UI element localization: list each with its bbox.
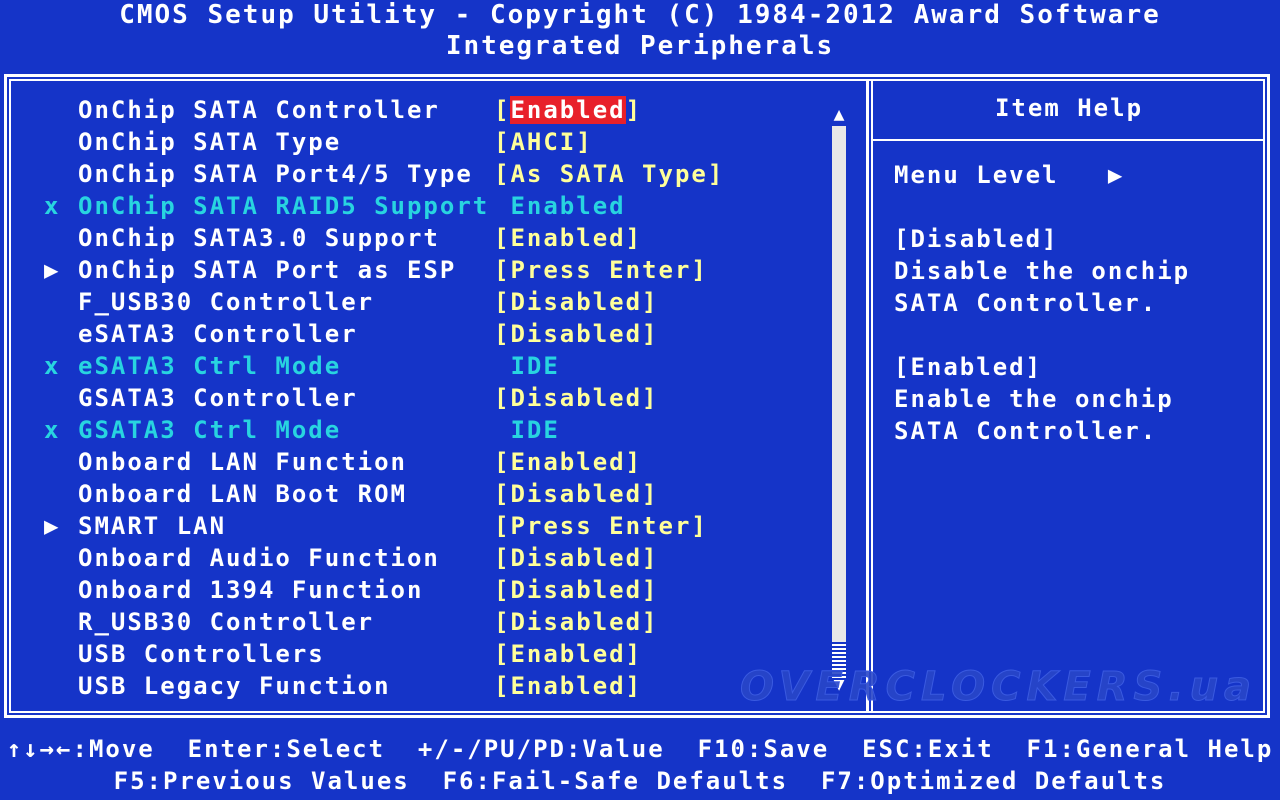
setting-label: F_USB30 Controller — [78, 288, 375, 316]
watermark: OVERCLOCKERS.ua — [739, 664, 1258, 711]
setting-value[interactable]: [Enabled] — [494, 94, 642, 126]
setting-value[interactable]: [AHCI] — [494, 126, 593, 158]
value-bracket-open: [ — [494, 96, 511, 124]
value-bracket-close: ] — [625, 96, 643, 124]
setting-label: OnChip SATA Port4/5 Type — [78, 160, 473, 188]
submenu-arrow-icon: ▶ — [44, 256, 61, 284]
unavailable-marker: x — [44, 416, 61, 444]
scroll-up-icon[interactable]: ▲ — [830, 104, 848, 125]
setting-label: Onboard 1394 Function — [78, 576, 424, 604]
setting-value[interactable]: [Disabled] — [494, 286, 659, 318]
setting-value[interactable]: [Disabled] — [494, 382, 659, 414]
setting-label: OnChip SATA Port as ESP — [78, 256, 457, 284]
key-hints-line-1: ↑↓→←:Move Enter:Select +/-/PU/PD:Value F… — [6, 735, 1274, 763]
setting-label: Onboard Audio Function — [78, 544, 440, 572]
setting-value[interactable]: [Disabled] — [494, 606, 659, 638]
setting-label: OnChip SATA Type — [78, 128, 342, 156]
setting-value[interactable]: [Enabled] — [494, 638, 642, 670]
page-title: CMOS Setup Utility - Copyright (C) 1984-… — [119, 0, 1161, 30]
setting-label: GSATA3 Controller — [78, 384, 358, 412]
scroll-track[interactable] — [832, 126, 846, 642]
help-line: SATA Controller. — [894, 289, 1158, 317]
setting-value: Enabled — [494, 192, 626, 220]
help-line: Enable the onchip — [894, 385, 1174, 413]
setting-label: USB Controllers — [78, 640, 325, 668]
panel-divider-inner — [871, 79, 873, 713]
selected-value[interactable]: Enabled — [510, 96, 626, 124]
setting-row[interactable]: USB Legacy Function [Enabled] — [40, 670, 820, 702]
setting-value[interactable]: [Disabled] — [494, 318, 659, 350]
help-line: [Disabled] — [894, 225, 1059, 253]
help-line: SATA Controller. — [894, 417, 1158, 445]
help-line: Disable the onchip — [894, 257, 1191, 285]
menu-level: Menu Level ▶ — [894, 159, 1124, 191]
setting-value[interactable]: [Disabled] — [494, 574, 659, 606]
help-title: Item Help — [994, 94, 1144, 122]
setting-label: OnChip SATA RAID5 Support — [78, 192, 490, 220]
submenu-arrow-icon: ▶ — [44, 512, 61, 540]
setting-value[interactable]: [Enabled] — [494, 670, 642, 702]
setting-row[interactable]: Onboard LAN Boot ROM [Disabled] — [40, 478, 820, 510]
setting-label: OnChip SATA Controller — [78, 96, 440, 124]
setting-row[interactable]: USB Controllers [Enabled] — [40, 638, 820, 670]
setting-label: R_USB30 Controller — [78, 608, 375, 636]
setting-value: IDE — [494, 416, 560, 444]
setting-row[interactable]: OnChip SATA Type [AHCI] — [40, 126, 820, 158]
page-subtitle: Integrated Peripherals — [445, 31, 835, 61]
unavailable-marker: x — [44, 352, 61, 380]
setting-row[interactable]: OnChip SATA Controller [Enabled] — [40, 94, 820, 126]
setting-label: eSATA3 Controller — [78, 320, 358, 348]
setting-value[interactable]: [Disabled] — [494, 542, 659, 574]
setting-value[interactable]: [As SATA Type] — [494, 158, 724, 190]
setting-value[interactable]: [Enabled] — [494, 446, 642, 478]
setting-row[interactable]: F_USB30 Controller [Disabled] — [40, 286, 820, 318]
setting-label: SMART LAN — [78, 512, 227, 540]
setting-row[interactable]: eSATA3 Controller [Disabled] — [40, 318, 820, 350]
key-hints-line-2: F5:Previous Values F6:Fail-Safe Defaults… — [113, 767, 1167, 795]
setting-value[interactable]: [Press Enter] — [494, 510, 708, 542]
setting-value[interactable]: [Disabled] — [494, 478, 659, 510]
help-divider — [873, 139, 1265, 141]
setting-row[interactable]: Onboard Audio Function [Disabled] — [40, 542, 820, 574]
unavailable-marker: x — [44, 192, 61, 220]
setting-row: x GSATA3 Ctrl Mode IDE — [40, 414, 820, 446]
setting-label: OnChip SATA3.0 Support — [78, 224, 440, 252]
setting-label: Onboard LAN Boot ROM — [78, 480, 407, 508]
setting-row: x eSATA3 Ctrl Mode IDE — [40, 350, 820, 382]
setting-value[interactable]: [Enabled] — [494, 222, 642, 254]
setting-row[interactable]: ▶ SMART LAN [Press Enter] — [40, 510, 820, 542]
setting-row[interactable]: ▶ OnChip SATA Port as ESP [Press Enter] — [40, 254, 820, 286]
setting-row[interactable]: GSATA3 Controller [Disabled] — [40, 382, 820, 414]
setting-row: x OnChip SATA RAID5 Support Enabled — [40, 190, 820, 222]
setting-row[interactable]: OnChip SATA Port4/5 Type [As SATA Type] — [40, 158, 820, 190]
scrollbar[interactable]: ▲ ▼ — [830, 104, 848, 695]
setting-row[interactable]: Onboard 1394 Function [Disabled] — [40, 574, 820, 606]
help-line: [Enabled] — [894, 353, 1043, 381]
menu-level-label: Menu Level — [894, 161, 1059, 189]
setting-value: IDE — [494, 352, 560, 380]
setting-label: USB Legacy Function — [78, 672, 391, 700]
setting-label: GSATA3 Ctrl Mode — [78, 416, 342, 444]
panel-divider — [866, 79, 869, 713]
setting-row[interactable]: OnChip SATA3.0 Support [Enabled] — [40, 222, 820, 254]
setting-row[interactable]: R_USB30 Controller [Disabled] — [40, 606, 820, 638]
setting-label: Onboard LAN Function — [78, 448, 407, 476]
setting-row[interactable]: Onboard LAN Function [Enabled] — [40, 446, 820, 478]
setting-value[interactable]: [Press Enter] — [494, 254, 708, 286]
menu-level-arrow-icon: ▶ — [1107, 161, 1125, 189]
setting-label: eSATA3 Ctrl Mode — [78, 352, 342, 380]
